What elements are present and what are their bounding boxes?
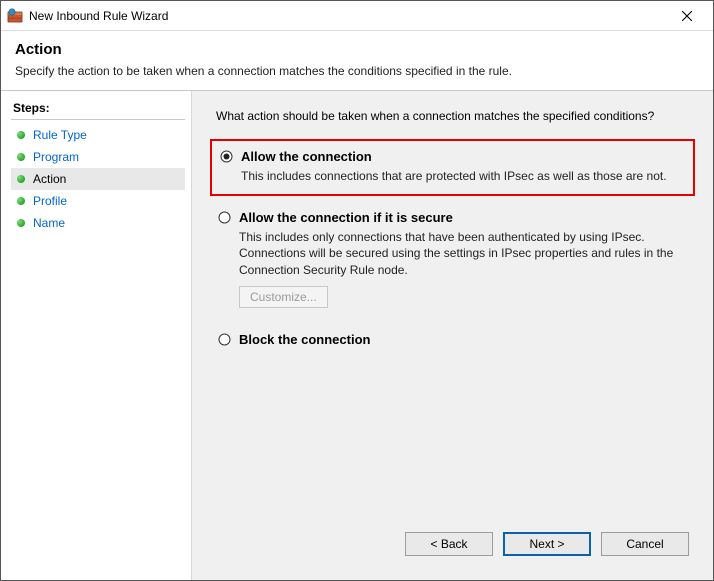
step-label: Rule Type — [33, 128, 179, 142]
option-allow: Allow the connection This includes conne… — [210, 139, 695, 196]
radio-icon — [218, 333, 231, 346]
option-label: Block the connection — [239, 332, 370, 347]
back-button[interactable]: < Back — [405, 532, 493, 556]
step-label: Action — [33, 172, 179, 186]
option-allow-secure: Allow the connection if it is secure Thi… — [210, 202, 695, 318]
step-profile[interactable]: Profile — [11, 190, 185, 212]
steps-sidebar: Steps: Rule Type Program Action Profile … — [1, 91, 191, 580]
customize-button: Customize... — [239, 286, 328, 308]
question-text: What action should be taken when a conne… — [216, 109, 695, 123]
radio-block[interactable]: Block the connection — [218, 332, 685, 347]
bullet-icon — [17, 131, 25, 139]
bullet-icon — [17, 175, 25, 183]
step-action[interactable]: Action — [11, 168, 185, 190]
titlebar: New Inbound Rule Wizard — [1, 1, 713, 31]
step-rule-type[interactable]: Rule Type — [11, 124, 185, 146]
steps-title: Steps: — [11, 99, 185, 120]
header: Action Specify the action to be taken wh… — [1, 31, 713, 84]
step-label: Name — [33, 216, 179, 230]
firewall-icon — [7, 8, 23, 24]
main-panel: What action should be taken when a conne… — [191, 91, 713, 580]
button-row: < Back Next > Cancel — [210, 522, 695, 570]
option-desc: This includes connections that are prote… — [241, 168, 683, 184]
radio-allow[interactable]: Allow the connection — [220, 149, 683, 164]
bullet-icon — [17, 197, 25, 205]
step-name[interactable]: Name — [11, 212, 185, 234]
step-label: Profile — [33, 194, 179, 208]
next-button[interactable]: Next > — [503, 532, 591, 556]
window-title: New Inbound Rule Wizard — [29, 9, 667, 23]
bullet-icon — [17, 219, 25, 227]
options-group: Allow the connection This includes conne… — [210, 139, 695, 522]
body: Steps: Rule Type Program Action Profile … — [1, 91, 713, 580]
step-label: Program — [33, 150, 179, 164]
page-title: Action — [15, 41, 699, 58]
radio-icon — [220, 150, 233, 163]
step-program[interactable]: Program — [11, 146, 185, 168]
close-button[interactable] — [667, 2, 707, 30]
page-subtitle: Specify the action to be taken when a co… — [15, 64, 699, 78]
option-desc: This includes only connections that have… — [239, 229, 685, 278]
radio-icon — [218, 211, 231, 224]
cancel-button[interactable]: Cancel — [601, 532, 689, 556]
option-label: Allow the connection — [241, 149, 372, 164]
radio-allow-secure[interactable]: Allow the connection if it is secure — [218, 210, 685, 225]
option-block: Block the connection — [210, 324, 695, 357]
option-label: Allow the connection if it is secure — [239, 210, 453, 225]
bullet-icon — [17, 153, 25, 161]
